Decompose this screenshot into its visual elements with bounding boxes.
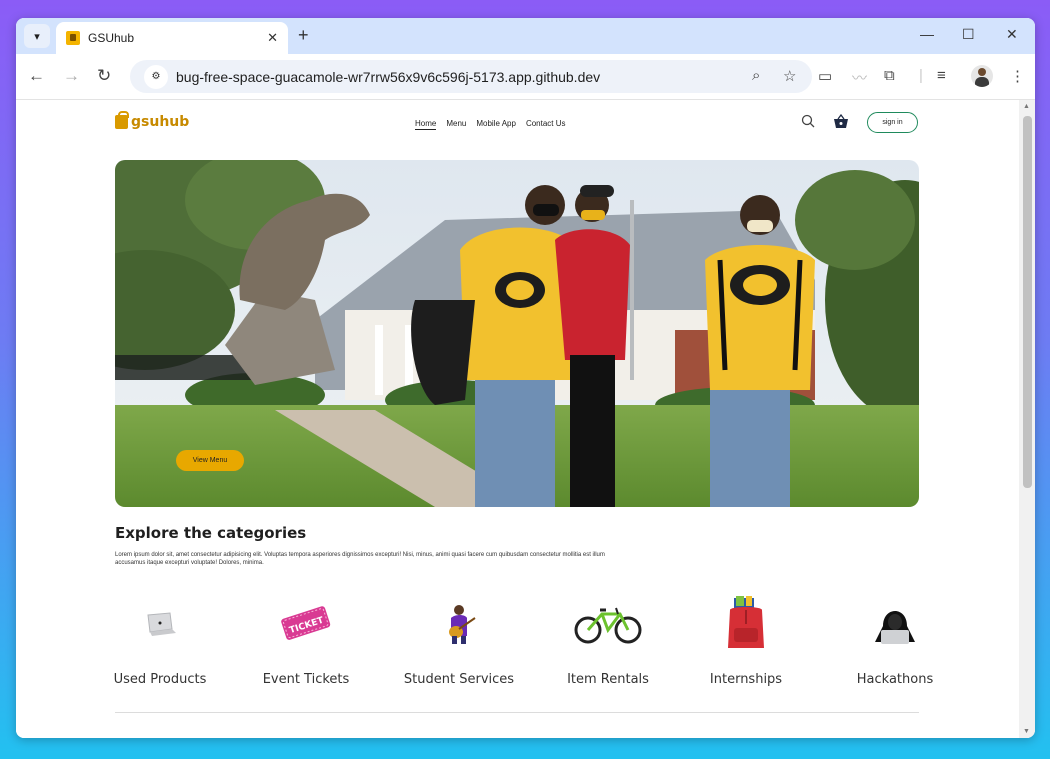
nav-contact-us[interactable]: Contact Us	[526, 119, 566, 130]
reading-list-icon[interactable]: ≡	[937, 67, 946, 84]
signin-button[interactable]: sign in	[867, 112, 918, 133]
category-student-services[interactable]: Student Services	[394, 594, 524, 694]
bookmark-star-icon[interactable]: ☆	[783, 67, 796, 85]
site-header: gsuhub Home Menu Mobile App Contact Us s…	[115, 111, 919, 138]
minimize-button[interactable]: —	[920, 26, 934, 42]
scroll-down-arrow-icon[interactable]: ▼	[1023, 728, 1030, 735]
ticket-icon: TICKET	[281, 606, 331, 640]
reload-button[interactable]: ↻	[97, 67, 111, 85]
nav-mobile-app[interactable]: Mobile App	[476, 119, 516, 130]
new-tab-button[interactable]: +	[298, 26, 309, 44]
category-item-rentals[interactable]: Item Rentals	[543, 594, 673, 694]
section-title: Explore the categories	[115, 524, 307, 542]
tab-title: GSUhub	[88, 31, 135, 45]
scroll-up-arrow-icon[interactable]: ▲	[1023, 103, 1030, 110]
scroll-thumb[interactable]	[1023, 116, 1032, 488]
category-event-tickets[interactable]: TICKET Event Tickets	[241, 594, 371, 694]
basket-icon[interactable]	[833, 114, 849, 129]
hacker-icon	[875, 611, 915, 644]
bicycle-icon	[574, 607, 642, 644]
page-viewport: gsuhub Home Menu Mobile App Contact Us s…	[16, 100, 1019, 738]
section-description: Lorem ipsum dolor sit, amet consectetur …	[115, 552, 605, 566]
forward-button[interactable]: →	[63, 67, 80, 85]
tab-close-icon[interactable]: ✕	[267, 30, 278, 46]
category-label: Item Rentals	[567, 672, 649, 687]
extension-disabled-icon[interactable]: 〰	[852, 67, 867, 88]
address-bar[interactable]: ⚙ bug-free-space-guacamole-wr7rrw56x9v6c…	[130, 60, 812, 93]
tab-active[interactable]: GSUhub ✕	[56, 22, 288, 54]
category-label: Hackathons	[856, 672, 934, 687]
menu-kebab-icon[interactable]: ⋮	[1010, 67, 1025, 85]
shopping-bag-icon	[115, 111, 129, 129]
browser-window: ▾ GSUhub ✕ + — ☐ ✕ ← → ↻ ⚙ bug-free-spac…	[16, 18, 1035, 738]
view-menu-button[interactable]: View Menu	[176, 450, 244, 471]
site-logo[interactable]: gsuhub	[115, 111, 190, 130]
zoom-icon[interactable]: ⌕	[752, 67, 760, 84]
category-internships[interactable]: Internships	[681, 594, 811, 694]
page-scrollbar[interactable]: ▲ ▼	[1019, 100, 1035, 738]
back-button[interactable]: ←	[28, 67, 45, 85]
tab-strip: ▾ GSUhub ✕ + — ☐ ✕	[16, 18, 1035, 54]
site-favicon-icon	[66, 31, 80, 45]
toolbar-separator: |	[919, 67, 923, 84]
category-hackathons[interactable]: Hackathons	[830, 594, 960, 694]
category-label: Internships	[709, 672, 783, 687]
close-window-button[interactable]: ✕	[1006, 26, 1018, 43]
category-label: Event Tickets	[262, 672, 350, 687]
hero-banner: View Menu	[115, 160, 919, 507]
cast-icon[interactable]: ▭	[818, 67, 832, 85]
nav-menu[interactable]: Menu	[446, 119, 466, 130]
browser-toolbar: ← → ↻ ⚙ bug-free-space-guacamole-wr7rrw5…	[16, 54, 1035, 100]
category-used-products[interactable]: Used Products	[95, 594, 225, 694]
category-label: Used Products	[113, 672, 207, 687]
search-icon[interactable]	[801, 114, 815, 128]
guitar-student-icon	[449, 605, 476, 644]
main-nav: Home Menu Mobile App Contact Us	[415, 119, 566, 130]
maximize-button[interactable]: ☐	[962, 26, 975, 43]
extensions-puzzle-icon[interactable]: ⧉	[884, 67, 895, 84]
site-info-icon[interactable]: ⚙	[144, 64, 168, 89]
url-text: bug-free-space-guacamole-wr7rrw56x9v6c59…	[176, 68, 601, 85]
categories-row: Used Products TICKET Event Tickets Stude…	[114, 594, 933, 694]
backpack-icon	[728, 596, 764, 648]
category-label: Student Services	[403, 672, 515, 687]
nav-home[interactable]: Home	[415, 119, 437, 130]
laptop-icon	[147, 612, 176, 636]
section-divider	[115, 712, 919, 713]
logo-text: gsuhub	[131, 114, 190, 130]
profile-avatar[interactable]	[971, 65, 993, 87]
tab-search-button[interactable]: ▾	[24, 24, 50, 48]
